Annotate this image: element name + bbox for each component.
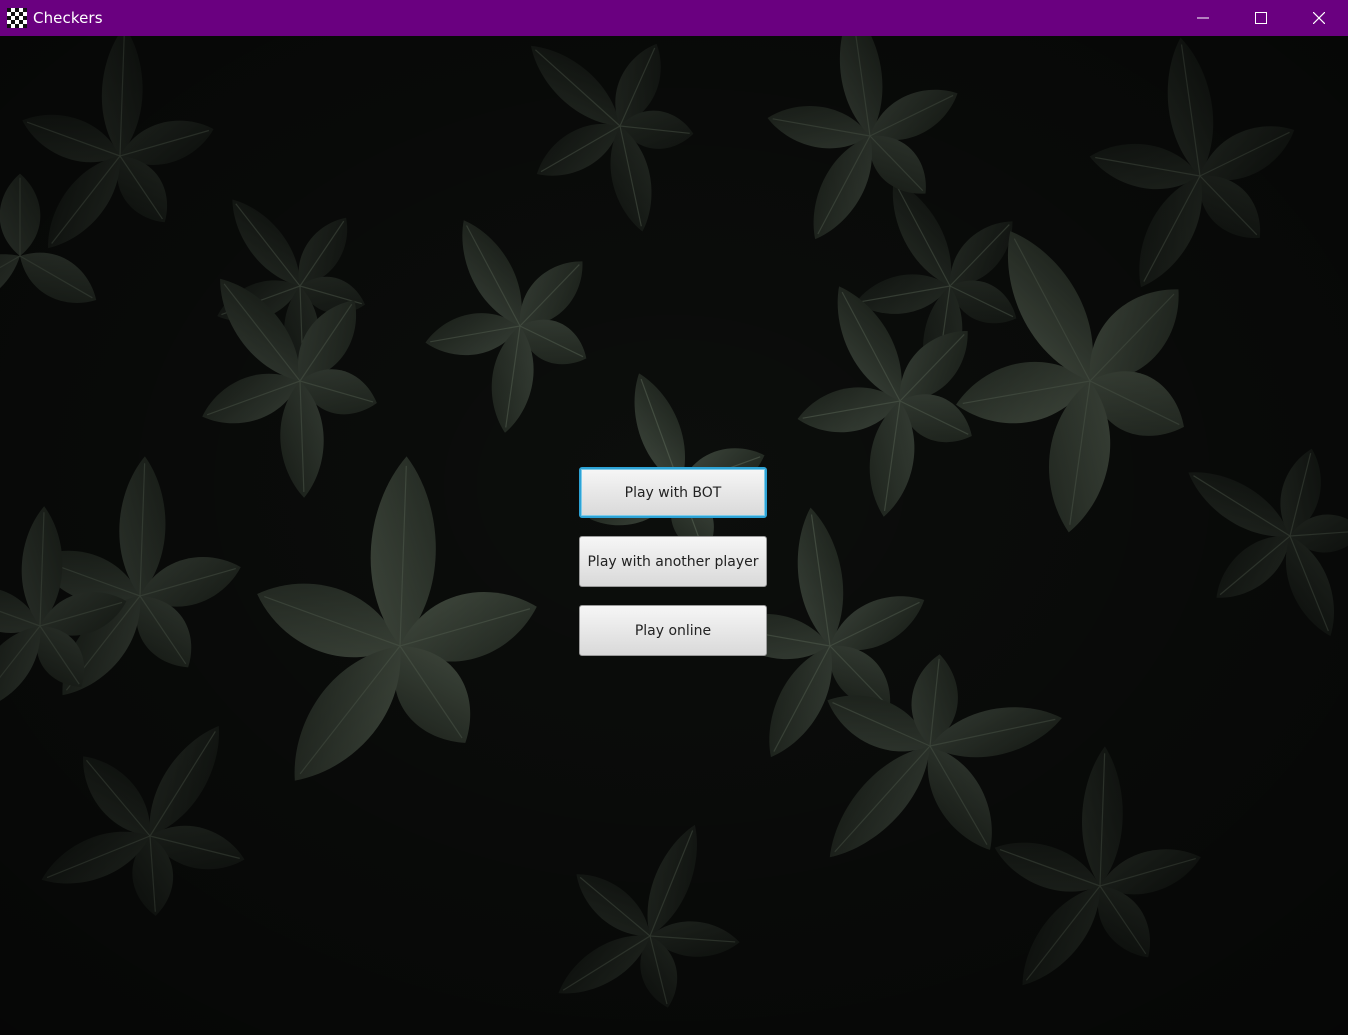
- main-menu: Play with BOT Play with another player P…: [579, 467, 767, 656]
- play-with-another-player-button[interactable]: Play with another player: [579, 536, 767, 587]
- close-icon: [1313, 12, 1325, 24]
- app-window: Checkers Play with BOT Play with another…: [0, 0, 1348, 1035]
- maximize-button[interactable]: [1232, 0, 1290, 36]
- window-title: Checkers: [33, 9, 103, 27]
- play-online-button[interactable]: Play online: [579, 605, 767, 656]
- minimize-button[interactable]: [1174, 0, 1232, 36]
- play-with-bot-button[interactable]: Play with BOT: [579, 467, 767, 518]
- title-bar[interactable]: Checkers: [0, 0, 1348, 36]
- window-controls: [1174, 0, 1348, 36]
- minimize-icon: [1197, 17, 1209, 19]
- close-button[interactable]: [1290, 0, 1348, 36]
- maximize-icon: [1255, 12, 1267, 24]
- main-content: Play with BOT Play with another player P…: [0, 36, 1348, 1035]
- checkerboard-icon: [7, 8, 27, 28]
